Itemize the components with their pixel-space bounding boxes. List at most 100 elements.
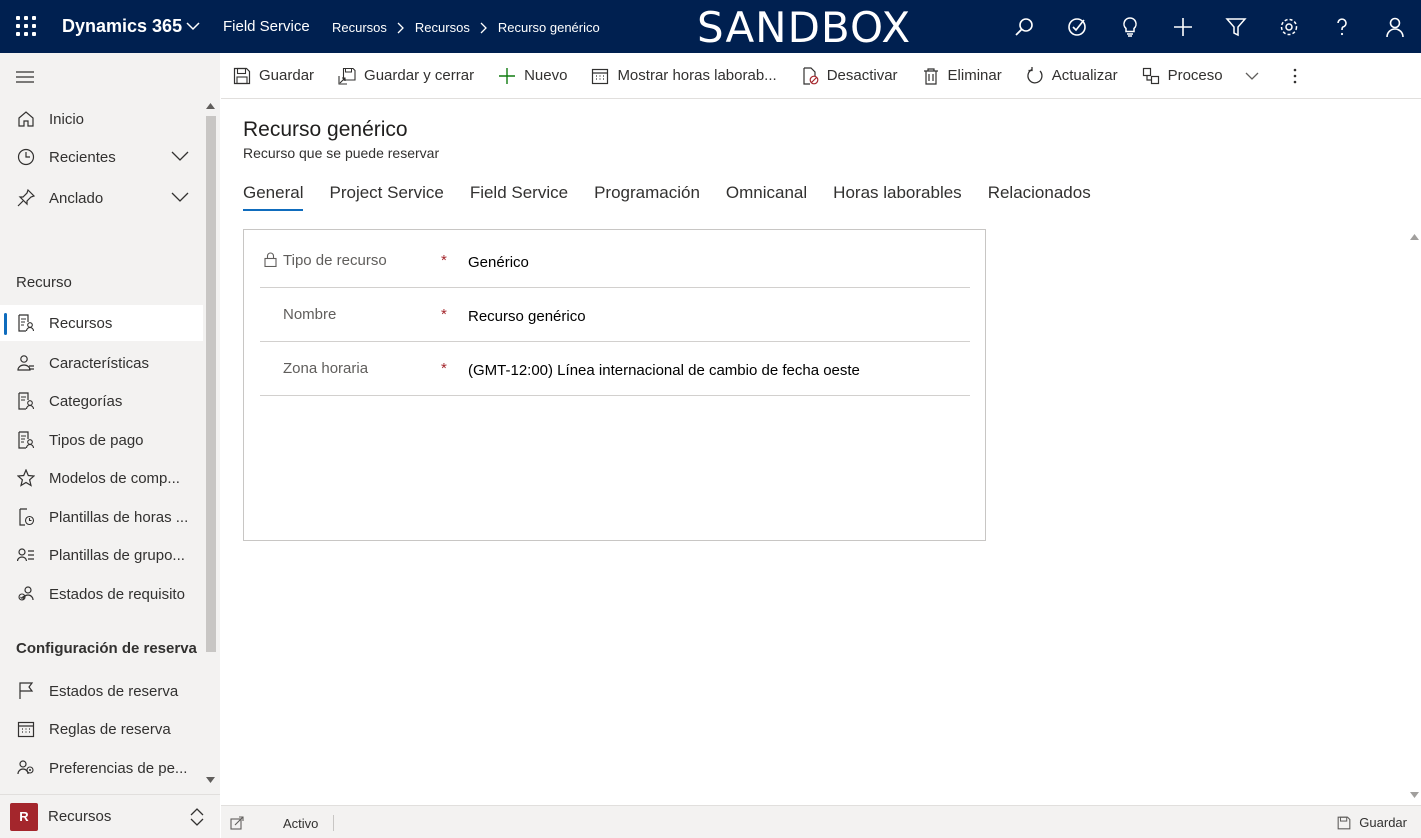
deactivate-icon: [801, 66, 819, 85]
plus-icon: [498, 67, 516, 85]
chevron-down-icon[interactable]: [171, 190, 189, 204]
sidebar-item-tipos-de-pago[interactable]: Tipos de pago: [0, 422, 203, 458]
lightbulb-icon[interactable]: [1103, 0, 1156, 53]
sidebar-item-recursos[interactable]: Recursos: [0, 305, 203, 341]
tab-programacion[interactable]: Programación: [594, 183, 700, 211]
sidebar-item-caracteristicas[interactable]: Características: [0, 345, 203, 381]
scroll-down-icon[interactable]: [206, 777, 215, 783]
sidebar-item-preferencias[interactable]: Preferencias de pe...: [0, 750, 203, 786]
open-in-new-window-icon[interactable]: [230, 816, 244, 830]
save-and-close-button[interactable]: Guardar y cerrar: [326, 53, 486, 99]
process-button[interactable]: Proceso: [1130, 53, 1271, 99]
record-title: Recurso genérico: [243, 118, 408, 141]
sidebar-item-estados-reserva[interactable]: Estados de reserva: [0, 673, 203, 709]
sidebar-item-reglas-reserva[interactable]: Reglas de reserva: [0, 711, 203, 747]
record-subtitle: Recurso que se puede reservar: [243, 145, 440, 161]
sidebar-item-label: Plantillas de horas ...: [49, 508, 189, 526]
scroll-down-icon[interactable]: [1410, 792, 1419, 798]
deactivate-button[interactable]: Desactivar: [789, 53, 910, 99]
command-bar: Guardar Guardar y cerrar Nuevo Mostrar h…: [221, 53, 1421, 99]
pin-icon: [0, 189, 49, 207]
more-commands-button[interactable]: [1281, 53, 1309, 99]
record-status: Activo: [283, 816, 319, 831]
tab-field-service[interactable]: Field Service: [470, 183, 568, 211]
refresh-button[interactable]: Actualizar: [1014, 53, 1130, 99]
preferences-icon: [0, 759, 49, 777]
sidebar-item-categorias[interactable]: Categorías: [0, 383, 203, 419]
gear-icon[interactable]: [1262, 0, 1315, 53]
sidebar-item-label: Tipos de pago: [49, 431, 144, 449]
name-input[interactable]: Recurso genérico: [468, 308, 586, 325]
required-indicator: *: [441, 360, 447, 377]
field-label: Tipo de recurso: [283, 252, 387, 269]
sidebar-scrollbar[interactable]: [203, 101, 218, 791]
breadcrumb-item[interactable]: Recursos: [415, 20, 470, 35]
sidebar-item-label: Inicio: [49, 110, 85, 128]
top-navigation-bar: Dynamics 365 Field Service Recursos Recu…: [0, 0, 1421, 53]
task-icon[interactable]: [1050, 0, 1103, 53]
sidebar-item-inicio[interactable]: Inicio: [0, 101, 203, 137]
delete-button-label: Eliminar: [947, 67, 1002, 84]
save-icon: [1337, 816, 1351, 829]
save-icon: [233, 67, 251, 85]
delete-button[interactable]: Eliminar: [910, 53, 1014, 99]
sidebar-item-anclado[interactable]: Anclado: [0, 180, 203, 216]
updown-chevron-icon[interactable]: [190, 807, 204, 827]
category-icon: [0, 392, 49, 410]
sidebar-item-label: Reglas de reserva: [49, 720, 171, 738]
statusbar-save-button[interactable]: Guardar: [1337, 815, 1407, 830]
app-title[interactable]: Dynamics 365: [62, 16, 182, 37]
resource-icon: [0, 314, 49, 332]
time-zone-select[interactable]: (GMT-12:00) Línea internacional de cambi…: [468, 362, 860, 379]
tab-horas-laborables[interactable]: Horas laborables: [833, 183, 962, 211]
plus-icon[interactable]: [1156, 0, 1209, 53]
sidebar-item-modelos[interactable]: Modelos de comp...: [0, 460, 203, 496]
app-launcher-icon[interactable]: [14, 14, 38, 38]
scroll-up-icon[interactable]: [206, 103, 215, 109]
chevron-down-icon[interactable]: [185, 18, 201, 34]
home-icon: [0, 110, 49, 128]
save-close-icon: [338, 67, 356, 85]
help-icon[interactable]: [1315, 0, 1368, 53]
deactivate-button-label: Desactivar: [826, 67, 898, 84]
sidebar-item-label: Recursos: [49, 314, 113, 332]
main-scrollbar[interactable]: [1407, 229, 1421, 804]
field-name: Nombre * Recurso genérico: [260, 288, 970, 342]
field-time-zone: Zona horaria * (GMT-12:00) Línea interna…: [260, 342, 970, 396]
sidebar-item-label: Plantillas de grupo...: [49, 546, 185, 564]
sidebar-item-plantillas-grupo[interactable]: Plantillas de grupo...: [0, 537, 203, 573]
filter-icon[interactable]: [1209, 0, 1262, 53]
breadcrumb-current: Recurso genérico: [497, 20, 600, 35]
save-button[interactable]: Guardar: [221, 53, 326, 99]
environment-banner: SANDBOX: [697, 3, 912, 52]
chevron-down-icon[interactable]: [171, 149, 189, 163]
sidebar-item-plantillas-horas[interactable]: Plantillas de horas ...: [0, 499, 203, 535]
tab-project-service[interactable]: Project Service: [329, 183, 443, 211]
characteristics-icon: [0, 354, 49, 372]
resource-type-value: Genérico: [468, 254, 529, 271]
chevron-down-icon[interactable]: [1245, 71, 1259, 81]
tab-omnicanal[interactable]: Omnicanal: [726, 183, 807, 211]
new-button[interactable]: Nuevo: [486, 53, 579, 99]
refresh-icon: [1026, 66, 1044, 85]
process-button-label: Proceso: [1167, 67, 1223, 84]
tab-relacionados[interactable]: Relacionados: [988, 183, 1091, 211]
user-icon[interactable]: [1368, 0, 1421, 53]
new-button-label: Nuevo: [524, 67, 568, 84]
area-switcher[interactable]: R Recursos: [0, 794, 220, 838]
process-icon: [1142, 67, 1160, 85]
pay-type-icon: [0, 431, 49, 449]
search-icon[interactable]: [997, 0, 1050, 53]
tab-general[interactable]: General: [243, 183, 304, 211]
area-name[interactable]: Field Service: [223, 18, 310, 35]
flag-icon: [0, 682, 49, 700]
area-badge: R: [10, 802, 38, 831]
show-working-hours-button[interactable]: Mostrar horas laborab...: [579, 53, 788, 99]
sidebar-scroll-thumb[interactable]: [206, 116, 216, 652]
sidebar-item-recientes[interactable]: Recientes: [0, 139, 203, 175]
hamburger-menu-icon[interactable]: [16, 70, 34, 84]
sidebar-item-estados-requisito[interactable]: Estados de requisito: [0, 576, 203, 612]
refresh-button-label: Actualizar: [1051, 67, 1118, 84]
breadcrumb-item[interactable]: Recursos: [332, 20, 387, 35]
scroll-up-icon[interactable]: [1410, 234, 1419, 240]
